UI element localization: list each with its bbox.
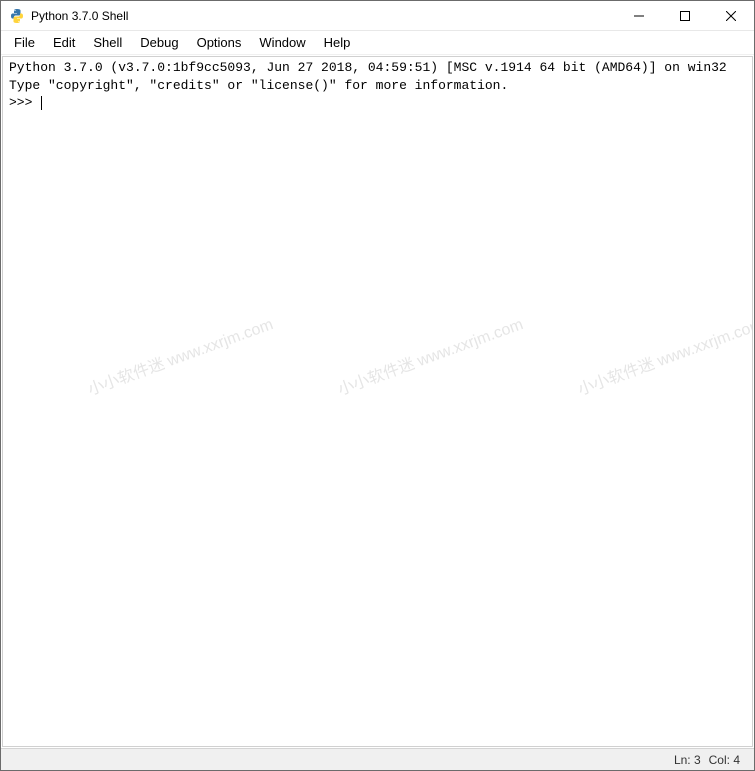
menu-help[interactable]: Help	[315, 33, 360, 52]
prompt-line: >>>	[9, 95, 42, 110]
watermark: 小小软件迷 www.xxrjm.com	[335, 314, 526, 401]
text-cursor-icon	[41, 96, 42, 110]
maximize-button[interactable]	[662, 1, 708, 30]
menubar: File Edit Shell Debug Options Window Hel…	[1, 31, 754, 55]
close-button[interactable]	[708, 1, 754, 30]
status-col: Col: 4	[705, 753, 744, 767]
watermark: 小小软件迷 www.xxrjm.com	[575, 314, 753, 401]
shell-banner-line1: Python 3.7.0 (v3.7.0:1bf9cc5093, Jun 27 …	[9, 59, 746, 77]
menu-debug[interactable]: Debug	[131, 33, 187, 52]
menu-file[interactable]: File	[5, 33, 44, 52]
menu-edit[interactable]: Edit	[44, 33, 84, 52]
window-title: Python 3.7.0 Shell	[31, 9, 616, 23]
titlebar: Python 3.7.0 Shell	[1, 1, 754, 31]
minimize-button[interactable]	[616, 1, 662, 30]
menu-window[interactable]: Window	[250, 33, 314, 52]
statusbar: Ln: 3 Col: 4	[1, 748, 754, 770]
menu-options[interactable]: Options	[188, 33, 251, 52]
app-window: Python 3.7.0 Shell File Edit Shell Debug…	[0, 0, 755, 771]
menu-shell[interactable]: Shell	[84, 33, 131, 52]
watermark: 小小软件迷 www.xxrjm.com	[85, 314, 276, 401]
shell-content[interactable]: Python 3.7.0 (v3.7.0:1bf9cc5093, Jun 27 …	[2, 56, 753, 747]
shell-prompt: >>>	[9, 95, 40, 110]
shell-banner-line2: Type "copyright", "credits" or "license(…	[9, 77, 746, 95]
python-icon	[9, 8, 25, 24]
window-controls	[616, 1, 754, 30]
status-line: Ln: 3	[670, 753, 705, 767]
